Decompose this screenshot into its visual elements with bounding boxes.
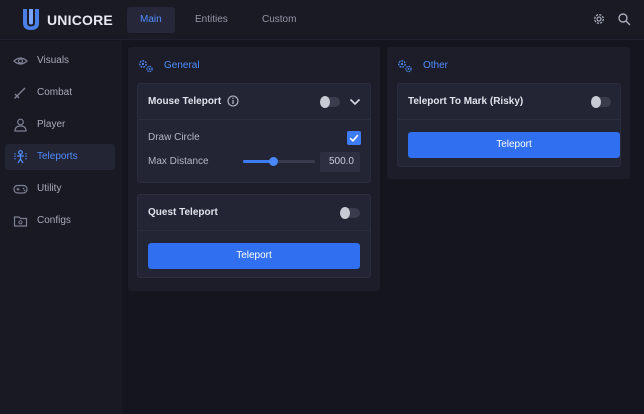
teleport-to-mark-toggle[interactable] [591,96,611,108]
sidebar-item-label: Player [37,119,66,130]
general-panel-title: General [164,60,200,71]
gear-icon[interactable] [592,12,606,26]
teleport-to-mark-title: Teleport To Mark (Risky) [408,96,524,107]
max-distance-value[interactable]: 500.0 [320,152,360,172]
sidebar-item-visuals[interactable]: Visuals [5,48,115,74]
mouse-teleport-header: Mouse Teleport [138,84,370,120]
sidebar-item-label: Teleports [37,151,78,162]
max-distance-slider[interactable] [243,157,315,166]
general-panel: General Mouse Teleport Draw Circle Max D… [128,47,380,291]
other-panel-title: Other [423,60,449,71]
sidebar-item-teleports[interactable]: Teleports [5,144,115,170]
mouse-teleport-card: Mouse Teleport Draw Circle Max Distance … [137,83,371,183]
mouse-teleport-title: Mouse Teleport [148,96,222,107]
sidebar-item-label: Configs [37,215,71,226]
chevron-down-icon[interactable] [349,97,361,107]
max-distance-label: Max Distance [148,156,209,167]
top-bar: UNICORE Main Entities Custom [0,0,644,40]
brand-name: UNICORE [47,12,113,28]
quest-teleport-button[interactable]: Teleport [148,243,360,269]
draw-circle-checkbox[interactable] [347,131,361,145]
quest-teleport-toggle[interactable] [340,207,360,219]
teleport-to-mark-button[interactable]: Teleport [408,132,620,158]
sidebar-item-combat[interactable]: Combat [5,80,115,106]
sidebar-item-utility[interactable]: Utility [5,176,115,202]
app-window: UNICORE Main Entities Custom Visuals Com… [0,0,644,414]
quest-teleport-card: Quest Teleport Teleport [137,194,371,278]
info-icon[interactable] [227,95,239,107]
user-icon [14,118,27,132]
teleport-icon [14,150,27,164]
toggle-knob [320,96,330,108]
toggle-knob [340,207,350,219]
sidebar-item-configs[interactable]: Configs [5,208,115,234]
unicore-logo [23,9,39,30]
tab-main[interactable]: Main [127,7,175,33]
folder-icon [13,216,28,227]
slider-handle[interactable] [269,157,279,166]
teleport-to-mark-header: Teleport To Mark (Risky) [398,84,620,120]
sword-icon [14,87,26,99]
other-panel: Other Teleport To Mark (Risky) Teleport [387,47,630,179]
gears-icon [139,60,153,73]
tab-custom[interactable]: Custom [249,7,309,33]
mouse-teleport-toggle[interactable] [320,96,340,108]
quest-teleport-header: Quest Teleport [138,195,370,231]
tab-entities[interactable]: Entities [182,7,241,33]
sidebar-item-label: Combat [37,87,73,98]
sidebar: Visuals Combat Player Teleports Utility … [0,41,122,414]
sidebar-item-label: Utility [37,183,62,194]
gears-icon [398,60,412,73]
check-icon [349,134,359,142]
sidebar-item-label: Visuals [37,55,70,66]
draw-circle-label: Draw Circle [148,132,200,143]
quest-teleport-title: Quest Teleport [148,207,218,218]
eye-icon [13,57,28,65]
sidebar-item-player[interactable]: Player [5,112,115,138]
teleport-to-mark-card: Teleport To Mark (Risky) Teleport [397,83,621,167]
gamepad-icon [13,184,28,194]
search-icon[interactable] [617,12,631,26]
toggle-knob [591,96,601,108]
